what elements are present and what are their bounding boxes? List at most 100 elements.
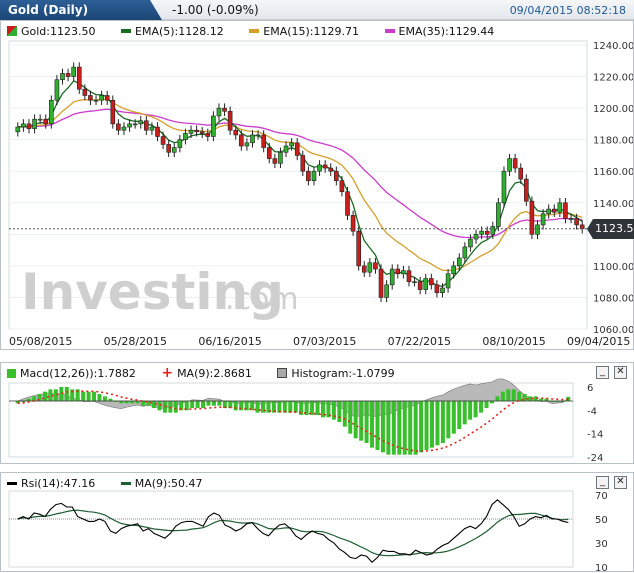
candle-body	[473, 234, 479, 240]
macd-bar	[479, 401, 484, 413]
investing-watermark-suffix: .com	[225, 282, 299, 317]
candle-body	[250, 134, 255, 144]
candle-body	[71, 66, 76, 77]
candle-body	[239, 134, 244, 147]
candle-body	[93, 99, 99, 102]
candle-body	[311, 170, 317, 181]
candle-body	[127, 123, 132, 128]
candle-body	[32, 118, 37, 129]
price-x-tick: 09/04/2015	[567, 335, 630, 348]
candle-body	[188, 129, 194, 134]
macd-bar	[413, 401, 418, 455]
candle-body	[524, 178, 529, 202]
candle-body	[227, 110, 233, 131]
candle-body	[244, 142, 250, 147]
candle-body	[512, 158, 518, 169]
macd-bar	[424, 401, 429, 450]
candle-body	[356, 230, 361, 267]
macd-plot[interactable]: 6 -4 -14 -24	[1, 363, 633, 463]
candle-body	[468, 238, 473, 248]
candle-body	[574, 218, 579, 226]
macd-y-tick: -14	[587, 430, 603, 441]
macd-bar	[500, 391, 505, 401]
price-y-tick: 1180.00	[593, 136, 633, 147]
macd-bar	[337, 401, 342, 422]
candle-body	[479, 230, 484, 235]
candle-body	[233, 129, 239, 136]
candle-body	[15, 126, 21, 133]
candle-body	[384, 284, 389, 298]
candle-body	[568, 218, 574, 220]
candle-body	[272, 158, 278, 164]
rsi-plot[interactable]: 70 50 30 10	[1, 473, 633, 571]
candle-body	[417, 281, 423, 290]
macd-bar	[364, 401, 369, 443]
macd-bar	[348, 401, 353, 434]
price-y-tick: 1080.00	[593, 293, 633, 304]
price-change: -1.00 (-0.09%)	[172, 3, 259, 17]
candle-body	[211, 115, 216, 137]
instrument-title-tab[interactable]: Gold (Daily)	[0, 0, 162, 20]
macd-bar	[359, 401, 364, 441]
candle-body	[26, 123, 32, 129]
price-plot[interactable]: 1240.00 1220.00 1200.00 1180.00 1160.00 1140.…	[1, 21, 633, 349]
candle-body	[423, 278, 429, 290]
price-y-tick: 1140.00	[593, 199, 633, 210]
macd-bar	[408, 401, 413, 455]
candle-body	[395, 268, 401, 275]
rsi-y-tick: 50	[595, 515, 608, 526]
candle-body	[535, 224, 540, 235]
chart-header: Gold (Daily) -1.00 (-0.09%) 09/04/2015 0…	[0, 0, 634, 20]
candle-body	[361, 265, 367, 273]
candle-body	[149, 126, 155, 131]
candle-body	[289, 142, 294, 147]
macd-bar	[473, 401, 478, 418]
candle-body	[216, 107, 222, 117]
candle-body	[563, 202, 568, 219]
current-price-value: 1123.50	[593, 218, 634, 239]
candle-body	[429, 278, 434, 286]
macd-bar	[173, 401, 178, 413]
macd-bar	[206, 401, 211, 406]
candle-body	[551, 208, 557, 213]
candle-body	[183, 133, 188, 140]
price-x-tick: 07/22/2015	[388, 335, 451, 348]
macd-bar	[81, 391, 86, 401]
price-x-tick: 08/10/2015	[482, 335, 545, 348]
macd-bar	[446, 401, 451, 439]
current-price-tag: 1123.50	[587, 218, 634, 239]
candle-body	[54, 79, 60, 101]
candle-body	[445, 273, 451, 289]
candle-body	[401, 270, 406, 275]
macd-panel: Macd(12,26)):1.7882 + MA(9):2.8681 Histog…	[0, 362, 634, 464]
candle-body	[406, 270, 412, 282]
macd-bar	[430, 401, 434, 448]
macd-bar	[201, 401, 206, 408]
candle-body	[132, 123, 138, 126]
candle-body	[529, 200, 535, 235]
candle-body	[171, 147, 177, 153]
candle-body	[155, 126, 160, 137]
instrument-title: Gold (Daily)	[8, 3, 89, 17]
candle-body	[579, 224, 585, 230]
candle-body	[345, 191, 350, 216]
price-x-tick: 07/03/2015	[293, 335, 356, 348]
candle-body	[484, 230, 490, 235]
candle-body	[116, 123, 121, 131]
candle-body	[199, 131, 205, 134]
candle-body	[110, 99, 116, 125]
candle-body	[278, 151, 283, 164]
candle-body	[322, 164, 328, 169]
candle-body	[255, 134, 261, 137]
macd-bar	[102, 396, 107, 401]
macd-bar	[288, 401, 293, 413]
macd-bar	[391, 401, 396, 455]
candle-body	[177, 139, 183, 148]
candle-body	[367, 262, 373, 273]
price-x-tick: 05/28/2015	[104, 335, 167, 348]
macd-bar	[233, 401, 238, 411]
price-y-tick: 1240.00	[593, 41, 633, 52]
macd-bar	[217, 401, 222, 406]
candle-body	[496, 202, 501, 227]
candle-body	[144, 120, 149, 131]
